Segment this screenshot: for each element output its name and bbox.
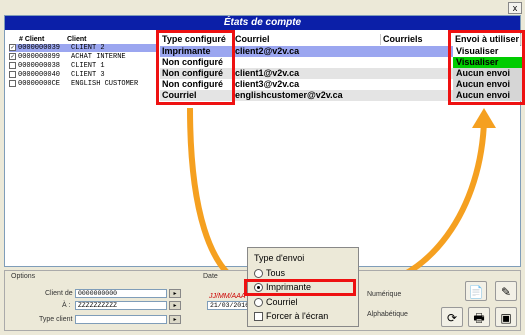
option-tous-label: Tous: [266, 268, 286, 278]
option-courriel-label: Courriel: [266, 297, 298, 307]
window-title: États de compte: [5, 16, 520, 30]
envoi-highlight: [448, 30, 525, 105]
row-courriel: client3@v2v.ca: [235, 79, 300, 89]
client-to-lookup-button[interactable]: ▸: [169, 301, 181, 310]
client-checkbox[interactable]: [9, 62, 16, 69]
close-icon[interactable]: ▣: [495, 307, 517, 327]
client-name: CLIENT 2: [71, 44, 105, 52]
date-label: Date: [203, 273, 218, 280]
type-envoi-title: Type d'envoi: [254, 253, 305, 263]
client-checkbox[interactable]: ✓: [9, 44, 16, 51]
document-icon[interactable]: 📄: [465, 281, 487, 301]
client-checkbox[interactable]: [9, 80, 16, 87]
sort-alpha-label[interactable]: Alphabétique: [367, 311, 408, 318]
radio-icon[interactable]: [254, 298, 263, 308]
row-courriel: englishcustomer@v2v.ca: [235, 90, 343, 100]
client-row[interactable]: 00000000CE ENGLISH CUSTOMER: [9, 80, 159, 88]
client-name: ACHAT INTERNE: [71, 53, 126, 61]
client-number: 0000000040: [18, 71, 61, 79]
client-row[interactable]: ✓ 0000000099 ACHAT INTERNE: [9, 53, 159, 61]
option-courriel[interactable]: Courriel: [254, 297, 298, 308]
row-courriel: client2@v2v.ca: [235, 46, 300, 56]
printer-icon[interactable]: 🖶: [468, 307, 490, 327]
type-envoi-popup: Type d'envoi Tous Imprimante Courriel Fo…: [244, 247, 359, 327]
force-screen-label: Forcer à l'écran: [266, 311, 329, 321]
type-client-select[interactable]: [75, 315, 167, 324]
client-checkbox[interactable]: ✓: [9, 53, 16, 60]
statements-panel: États de compte # Client Client ✓ 000000…: [4, 15, 525, 267]
col-client-number[interactable]: # Client: [19, 36, 44, 43]
radio-icon[interactable]: [254, 269, 263, 279]
option-tous[interactable]: Tous: [254, 268, 285, 279]
sort-numeric-label[interactable]: Numérique: [367, 291, 401, 298]
client-to-field[interactable]: ZZZZZZZZZZ: [75, 301, 167, 310]
client-row[interactable]: 0000000038 CLIENT 1: [9, 62, 159, 70]
row-courriel: client1@v2v.ca: [235, 68, 300, 78]
client-checkbox[interactable]: [9, 71, 16, 78]
client-row[interactable]: ✓ 0000000039 CLIENT 2: [9, 44, 159, 52]
client-name: ENGLISH CUSTOMER: [71, 80, 139, 88]
client-name: CLIENT 1: [71, 62, 105, 70]
type-configure-highlight: [156, 30, 235, 105]
options-label: Options: [11, 273, 36, 280]
type-client-label: Type client :: [39, 316, 77, 323]
client-number: 00000000CE: [18, 80, 61, 88]
client-row[interactable]: 0000000040 CLIENT 3: [9, 71, 159, 79]
type-client-button[interactable]: ▸: [169, 315, 181, 324]
force-screen-option[interactable]: Forcer à l'écran: [254, 311, 328, 322]
client-to-label: À :: [62, 302, 71, 309]
refresh-icon[interactable]: ⟳: [441, 307, 463, 327]
col-courriel[interactable]: Courriel: [233, 34, 381, 45]
imprimante-highlight: [244, 279, 356, 296]
col-courriels-refuses[interactable]: Courriels refusés: [381, 34, 451, 55]
client-number: 0000000038: [18, 62, 61, 70]
col-client-name[interactable]: Client: [67, 36, 86, 43]
edit-icon[interactable]: ✎: [495, 281, 517, 301]
checkbox-icon[interactable]: [254, 312, 263, 322]
client-number: 0000000039: [18, 44, 61, 52]
date-field[interactable]: 21/03/2016: [207, 301, 251, 310]
client-name: CLIENT 3: [71, 71, 105, 79]
client-from-lookup-button[interactable]: ▸: [169, 289, 181, 298]
client-from-field[interactable]: 0000000000: [75, 289, 167, 298]
client-from-label: Client de :: [45, 290, 77, 297]
window-close-button[interactable]: x: [508, 2, 522, 14]
client-number: 0000000099: [18, 53, 61, 61]
date-format-hint: JJ/MM/AAA: [209, 293, 246, 300]
